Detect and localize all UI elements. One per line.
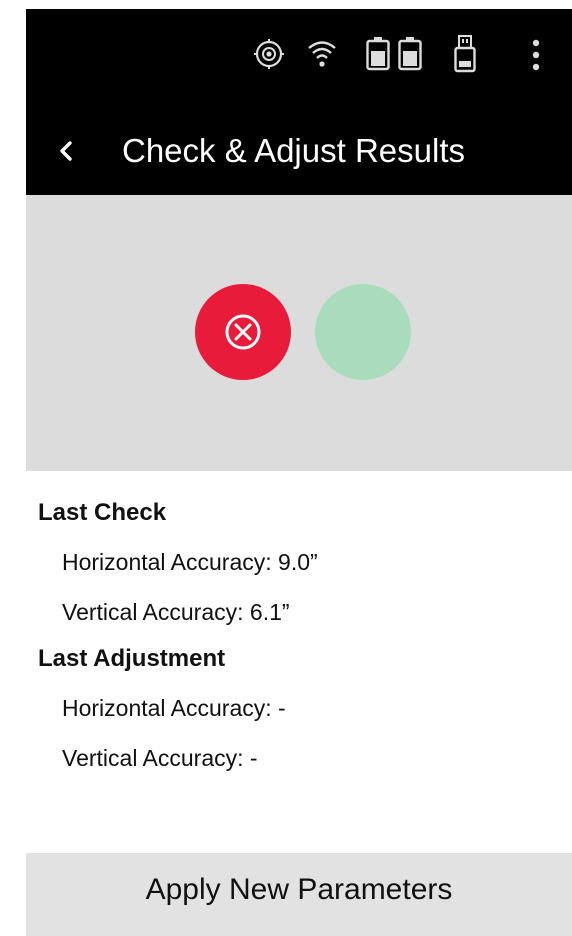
page-title: Check & Adjust Results bbox=[122, 132, 465, 169]
chevron-left-icon bbox=[60, 141, 72, 161]
last-check-vertical-accuracy: Vertical Accuracy: 6.1” bbox=[62, 599, 290, 625]
wifi-icon bbox=[306, 37, 338, 76]
phone-screen: Check & Adjust Results Last Check Horizo… bbox=[26, 9, 572, 936]
last-check-horizontal-accuracy: Horizontal Accuracy: 9.0” bbox=[62, 549, 318, 575]
x-circle-icon bbox=[225, 314, 261, 350]
last-adjustment-horizontal-accuracy: Horizontal Accuracy: - bbox=[62, 695, 286, 721]
back-button[interactable] bbox=[58, 129, 82, 173]
last-adjustment-vertical-accuracy: Vertical Accuracy: - bbox=[62, 745, 258, 771]
battery-icon bbox=[398, 37, 422, 76]
more-vert-icon[interactable] bbox=[530, 39, 542, 76]
results-details: Last Check Horizontal Accuracy: 9.0” Ver… bbox=[26, 471, 572, 853]
target-icon bbox=[254, 39, 284, 74]
check-passed-indicator bbox=[315, 284, 411, 380]
battery-icon bbox=[366, 37, 390, 76]
left-margin bbox=[0, 0, 26, 936]
last-check-heading: Last Check bbox=[38, 499, 167, 526]
last-adjustment-heading: Last Adjustment bbox=[38, 645, 226, 672]
apply-new-parameters-button[interactable]: Apply New Parameters bbox=[26, 853, 572, 936]
apply-new-parameters-label: Apply New Parameters bbox=[145, 873, 453, 906]
usb-drive-icon bbox=[454, 35, 476, 78]
results-indicator-panel bbox=[26, 195, 572, 471]
screen: Check & Adjust Results Last Check Horizo… bbox=[0, 0, 572, 936]
status-bar bbox=[26, 9, 572, 109]
check-failed-indicator bbox=[195, 284, 291, 380]
app-header: Check & Adjust Results bbox=[26, 109, 572, 195]
